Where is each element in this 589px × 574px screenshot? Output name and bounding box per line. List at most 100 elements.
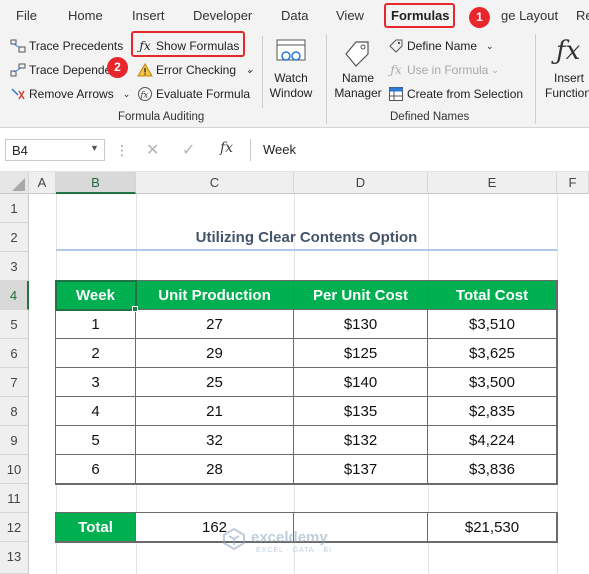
evaluate-formula-button[interactable]: fx Evaluate Formula	[137, 84, 250, 104]
table-cell[interactable]: $130	[294, 310, 428, 339]
table-cell[interactable]: $3,625	[428, 339, 557, 368]
cancel-icon[interactable]: ✕	[146, 140, 159, 160]
column-header-e[interactable]: E	[428, 172, 557, 194]
use-in-formula-button[interactable]: ƒx Use in Formula ⌄	[388, 60, 499, 80]
use-in-formula-dropdown-icon[interactable]: ⌄	[491, 65, 499, 76]
column-header-b[interactable]: B	[56, 172, 136, 194]
formula-bar-grip-icon: ⋮	[115, 142, 129, 158]
row-header-8[interactable]: 8	[0, 397, 29, 426]
tab-view[interactable]: View	[336, 8, 364, 23]
ribbon-separator	[262, 36, 263, 108]
evaluate-formula-icon: fx	[137, 86, 153, 102]
table-cell[interactable]: 3	[56, 368, 136, 397]
ribbon-group-separator	[326, 34, 327, 124]
header-cell-week[interactable]: Week	[56, 281, 136, 310]
header-cell-per-unit-cost[interactable]: Per Unit Cost	[294, 281, 428, 310]
trace-dependents-label: Trace Depende	[29, 63, 112, 77]
row-header-5[interactable]: 5	[0, 310, 29, 339]
tab-page-layout[interactable]: ge Layout	[501, 8, 558, 23]
tab-review[interactable]: Re	[576, 8, 589, 23]
trace-precedents-icon	[10, 38, 26, 54]
error-checking-button[interactable]: Error Checking ⌄	[137, 60, 254, 80]
trace-dependents-dropdown-icon[interactable]: ⌄	[247, 64, 255, 75]
table-cell[interactable]: $137	[294, 455, 428, 484]
select-all-corner[interactable]	[0, 172, 29, 194]
table-cell[interactable]: $3,510	[428, 310, 557, 339]
column-header-f[interactable]: F	[557, 172, 589, 194]
column-header-d[interactable]: D	[294, 172, 428, 194]
table-cell[interactable]: $3,836	[428, 455, 557, 484]
insert-function-fx-icon[interactable]: fx	[220, 140, 233, 156]
remove-arrows-dropdown-icon[interactable]: ⌄	[123, 89, 131, 100]
ribbon-tab-bar: File Home Insert Developer Data View For…	[0, 0, 589, 30]
table-cell[interactable]: $4,224	[428, 426, 557, 455]
watermark-tagline: EXCEL · DATA · BI	[256, 547, 332, 554]
formula-auditing-group-label: Formula Auditing	[118, 111, 205, 123]
table-cell[interactable]: 1	[56, 310, 136, 339]
create-from-selection-icon	[388, 86, 404, 102]
table-cell[interactable]: 21	[136, 397, 294, 426]
table-cell[interactable]: $140	[294, 368, 428, 397]
trace-precedents-button[interactable]: Trace Precedents	[10, 36, 123, 56]
total-label-cell[interactable]: Total	[56, 513, 136, 542]
table-cell[interactable]: $135	[294, 397, 428, 426]
row-header-2[interactable]: 2	[0, 223, 29, 252]
insert-function-label: Insert Function	[545, 71, 589, 100]
table-cell[interactable]: 2	[56, 339, 136, 368]
table-cell[interactable]: 25	[136, 368, 294, 397]
formula-bar: B4 ▼ ⋮ ✕ ✓ fx Week	[0, 128, 589, 172]
row-header-13[interactable]: 13	[0, 542, 29, 574]
create-from-selection-button[interactable]: Create from Selection	[388, 84, 523, 104]
header-cell-unit-production[interactable]: Unit Production	[136, 281, 294, 310]
tab-data[interactable]: Data	[281, 8, 308, 23]
row-header-4[interactable]: 4	[0, 281, 29, 310]
exceldemy-logo-icon	[223, 527, 245, 551]
table-cell[interactable]: $3,500	[428, 368, 557, 397]
column-header-c[interactable]: C	[136, 172, 294, 194]
row-header-1[interactable]: 1	[0, 194, 29, 223]
evaluate-formula-label: Evaluate Formula	[156, 87, 251, 101]
table-cell[interactable]: 6	[56, 455, 136, 484]
column-header-a[interactable]: A	[29, 172, 56, 194]
name-box-dropdown-icon[interactable]: ▼	[90, 143, 99, 153]
table-cell[interactable]: $125	[294, 339, 428, 368]
row-header-3[interactable]: 3	[0, 252, 29, 281]
gridline	[557, 194, 558, 574]
row-header-7[interactable]: 7	[0, 368, 29, 397]
formula-input[interactable]: Week	[250, 139, 589, 161]
total-cost-cell[interactable]: $21,530	[428, 513, 557, 542]
row-header-9[interactable]: 9	[0, 426, 29, 455]
table-cell[interactable]: 27	[136, 310, 294, 339]
table-cell[interactable]: 4	[56, 397, 136, 426]
header-cell-total-cost[interactable]: Total Cost	[428, 281, 557, 310]
row-header-11[interactable]: 11	[0, 484, 29, 513]
tab-home[interactable]: Home	[68, 8, 103, 23]
table-cell[interactable]: 28	[136, 455, 294, 484]
table-cell[interactable]: $132	[294, 426, 428, 455]
name-manager-icon	[342, 38, 372, 68]
worksheet-grid: A B C D E F 1 2 3 4 5 6 7 8 9 10 11 12 1…	[0, 172, 589, 574]
tab-file[interactable]: File	[16, 8, 37, 23]
ribbon: Trace Precedents Trace Depende Remove Ar…	[0, 30, 589, 128]
tab-developer[interactable]: Developer	[193, 8, 252, 23]
table-cell[interactable]: $2,835	[428, 397, 557, 426]
error-checking-icon	[137, 62, 153, 78]
enter-check-icon[interactable]: ✓	[182, 140, 195, 160]
row-header-12[interactable]: 12	[0, 513, 29, 542]
trace-dependents-button[interactable]: Trace Depende	[10, 60, 111, 80]
sheet-title: Utilizing Clear Contents Option	[195, 229, 418, 246]
define-name-dropdown-icon[interactable]: ⌄	[486, 41, 494, 52]
row-header-10[interactable]: 10	[0, 455, 29, 484]
table-cell[interactable]: 32	[136, 426, 294, 455]
tab-insert[interactable]: Insert	[132, 8, 165, 23]
remove-arrows-button[interactable]: Remove Arrows ⌄	[10, 84, 130, 104]
table-cell[interactable]: 29	[136, 339, 294, 368]
use-in-formula-icon: ƒx	[390, 63, 402, 77]
row-header-6[interactable]: 6	[0, 339, 29, 368]
define-name-button[interactable]: Define Name ⌄	[388, 36, 494, 56]
fill-handle[interactable]	[132, 306, 138, 312]
watermark-name: exceldemy	[251, 529, 328, 546]
remove-arrows-label: Remove Arrows	[29, 87, 114, 101]
table-cell[interactable]: 5	[56, 426, 136, 455]
name-manager-label: Name Manager	[334, 71, 382, 100]
